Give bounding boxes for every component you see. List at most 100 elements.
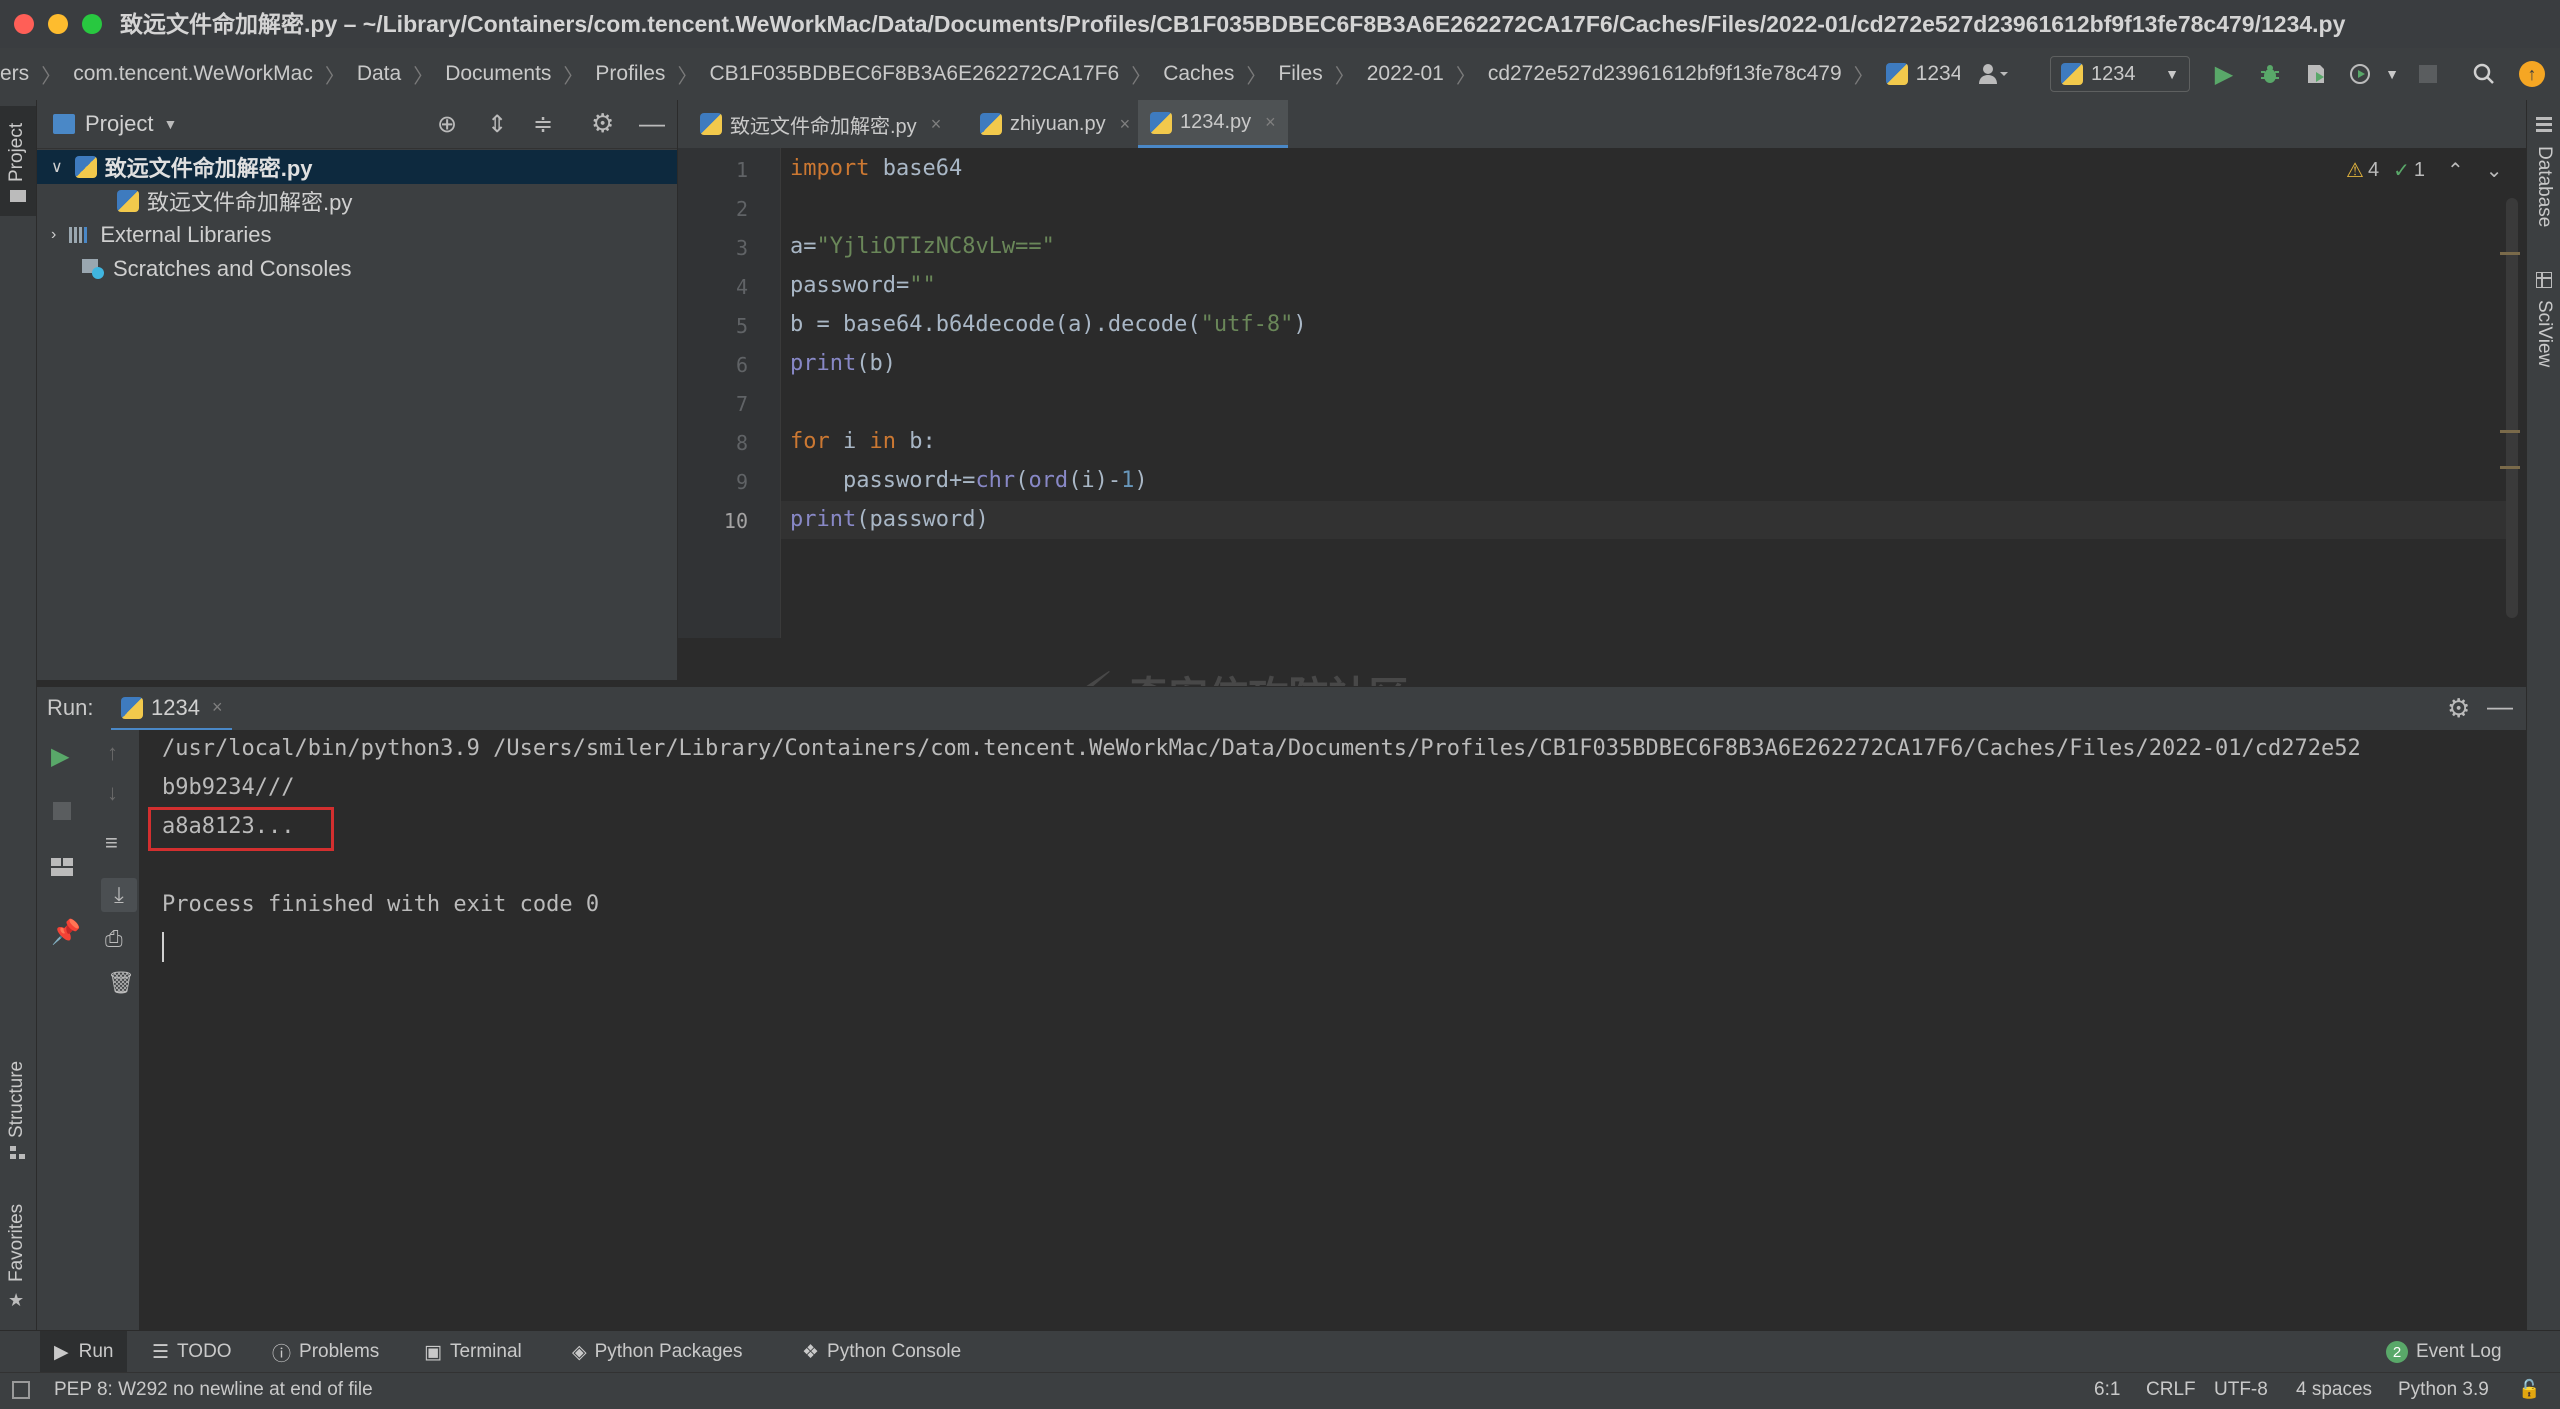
close-icon[interactable]: ×	[1120, 114, 1131, 135]
project-panel: Project ▼ ⊕ ⇕ ≑ ⚙ — ∨ 致远文件命加解密.py 致远文件命加…	[37, 100, 678, 680]
rerun-icon[interactable]: ▶	[51, 742, 69, 771]
run-tab-1234[interactable]: 1234 ×	[111, 687, 233, 731]
line-separator[interactable]: CRLF	[2146, 1379, 2196, 1401]
project-icon	[53, 114, 75, 134]
inspection-widget[interactable]: ⚠ 4 ✓ 1 ⌃ ⌄	[2346, 158, 2502, 183]
toggle-panels-icon[interactable]	[12, 1381, 30, 1399]
scratches-icon	[81, 258, 105, 280]
code-line: print(b)	[790, 351, 896, 376]
close-icon[interactable]: ×	[212, 697, 223, 718]
tree-item-file[interactable]: 致远文件命加解密.py	[37, 184, 677, 218]
stop-icon[interactable]	[53, 802, 71, 820]
terminal-tool-button[interactable]: ▣ Terminal	[424, 1331, 522, 1373]
update-icon[interactable]: ↑	[2516, 58, 2548, 90]
todo-tool-button[interactable]: ☰ TODO	[152, 1331, 232, 1373]
bottom-tool-bar: ▶ Run ☰ TODO ⓘ Problems ▣ Terminal ◈ Python P…	[0, 1330, 2560, 1373]
file-encoding[interactable]: UTF-8	[2214, 1379, 2268, 1401]
code-editor[interactable]: 1 2 3 4 5 6 7 8 9 10 import base64 a="Yj…	[678, 148, 2526, 680]
sciview-tool-label[interactable]: SciView	[2533, 300, 2555, 367]
folder-icon	[10, 190, 26, 202]
arrow-down-icon[interactable]: ↓	[107, 780, 118, 806]
event-log-button[interactable]: 2 Event Log	[2386, 1331, 2502, 1373]
info-icon: ⓘ	[272, 1343, 292, 1365]
expand-all-icon[interactable]: ⇕	[487, 110, 507, 139]
tree-item-folder[interactable]: ∨ 致远文件命加解密.py	[37, 150, 677, 184]
database-icon	[2536, 116, 2552, 134]
breadcrumb-item[interactable]: CB1F035BDBEC6F8B3A6E262272CA17F6 〉	[709, 60, 1163, 89]
arrow-up-icon[interactable]: ↑	[107, 740, 118, 766]
trash-icon[interactable]: 🗑	[107, 970, 135, 996]
breadcrumb-item[interactable]: Documents 〉	[445, 60, 595, 89]
locate-icon[interactable]: ⊕	[437, 110, 457, 139]
line-number: 3	[735, 236, 748, 260]
run-icon[interactable]: ▶	[2208, 58, 2240, 90]
breadcrumb-item[interactable]: Data 〉	[357, 60, 445, 89]
hide-panel-icon[interactable]: —	[639, 108, 665, 139]
tab-zhiyuan-py[interactable]: zhiyuan.py ×	[968, 100, 1142, 148]
pin-icon[interactable]: 📌	[51, 918, 81, 947]
project-view-select[interactable]: Project	[85, 111, 153, 137]
favorites-tool-label[interactable]: Favorites	[6, 1204, 28, 1282]
scroll-marker	[2500, 430, 2520, 433]
gear-icon[interactable]: ⚙	[2447, 693, 2470, 724]
python-interpreter[interactable]: Python 3.9	[2398, 1379, 2489, 1401]
python-console-tool-button[interactable]: ❖ Python Console	[802, 1331, 961, 1373]
hide-panel-icon[interactable]: —	[2487, 691, 2513, 722]
scroll-to-end-icon[interactable]: ⤓	[101, 878, 137, 912]
editor-scrollbar[interactable]	[2506, 198, 2518, 618]
title-bar: 致远文件命加解密.py – ~/Library/Containers/com.t…	[0, 0, 2560, 49]
warning-icon: ⚠	[2346, 160, 2364, 182]
chevron-down-icon[interactable]: ⌄	[2486, 158, 2503, 183]
code-line: import base64	[790, 156, 963, 181]
breadcrumb-item[interactable]: cd272e527d23961612bf9f13fe78c479 〉	[1488, 60, 1886, 89]
breadcrumb-item[interactable]: Profiles 〉	[595, 60, 709, 89]
caret-position[interactable]: 6:1	[2094, 1379, 2120, 1401]
breadcrumb-item[interactable]: ers 〉	[0, 60, 73, 89]
code-line: password+=chr(ord(i)-1)	[790, 468, 1148, 493]
line-number: 8	[735, 431, 748, 455]
run-tool-button[interactable]: ▶ Run	[40, 1331, 128, 1373]
tab-1234-py[interactable]: 1234.py ×	[1138, 100, 1288, 148]
breadcrumb-item[interactable]: com.tencent.WeWorkMac 〉	[73, 60, 357, 89]
tree-item-external-libraries[interactable]: › External Libraries	[37, 218, 677, 252]
window-title: 致远文件命加解密.py – ~/Library/Containers/com.t…	[120, 11, 2346, 37]
chevron-up-icon[interactable]: ⌃	[2447, 158, 2464, 183]
breadcrumb-item[interactable]: Files 〉	[1278, 60, 1366, 89]
status-message: PEP 8: W292 no newline at end of file	[54, 1379, 373, 1400]
breadcrumb-current-file[interactable]: 1234.py	[1885, 62, 1960, 86]
indent-setting[interactable]: 4 spaces	[2296, 1379, 2372, 1401]
user-icon[interactable]	[1968, 58, 2018, 90]
lock-icon[interactable]: 🔓	[2518, 1379, 2540, 1400]
run-configuration-select[interactable]: 1234 ▼	[2050, 56, 2190, 92]
print-icon[interactable]: ⎙	[105, 926, 123, 952]
coverage-icon[interactable]	[2300, 58, 2332, 90]
tree-item-scratches[interactable]: Scratches and Consoles	[37, 252, 677, 286]
debug-icon[interactable]	[2254, 58, 2286, 90]
profile-icon[interactable]	[2344, 58, 2376, 90]
run-console[interactable]: /usr/local/bin/python3.9 /Users/smiler/L…	[140, 730, 2526, 1330]
collapse-all-icon[interactable]: ≑	[533, 110, 553, 139]
minimize-window-button[interactable]	[48, 14, 68, 34]
close-icon[interactable]: ×	[931, 114, 942, 135]
problems-tool-button[interactable]: ⓘ Problems	[272, 1331, 379, 1373]
python-packages-tool-button[interactable]: ◈ Python Packages	[572, 1331, 743, 1373]
chevron-down-icon[interactable]: ▼	[2376, 58, 2408, 90]
gear-icon[interactable]: ⚙	[591, 108, 614, 139]
layout-icon[interactable]	[51, 858, 73, 881]
breadcrumb-item[interactable]: 2022-01 〉	[1367, 60, 1488, 89]
python-file-icon	[1150, 111, 1172, 134]
structure-tool-label[interactable]: Structure	[6, 1061, 28, 1138]
python-file-icon	[117, 190, 139, 212]
database-tool-label[interactable]: Database	[2533, 146, 2555, 227]
zoom-window-button[interactable]	[82, 14, 102, 34]
close-window-button[interactable]	[14, 14, 34, 34]
project-tool-label[interactable]: Project	[6, 123, 28, 182]
tab-zhiyuan-cn[interactable]: 致远文件命加解密.py ×	[688, 100, 953, 148]
search-icon[interactable]	[2468, 58, 2500, 90]
soft-wrap-icon[interactable]: ≡	[105, 830, 118, 856]
python-icon	[121, 696, 143, 719]
stop-icon[interactable]	[2412, 58, 2444, 90]
chevron-down-icon[interactable]: ▼	[163, 116, 177, 132]
breadcrumb-item[interactable]: Caches 〉	[1163, 60, 1278, 89]
close-icon[interactable]: ×	[1265, 112, 1276, 133]
